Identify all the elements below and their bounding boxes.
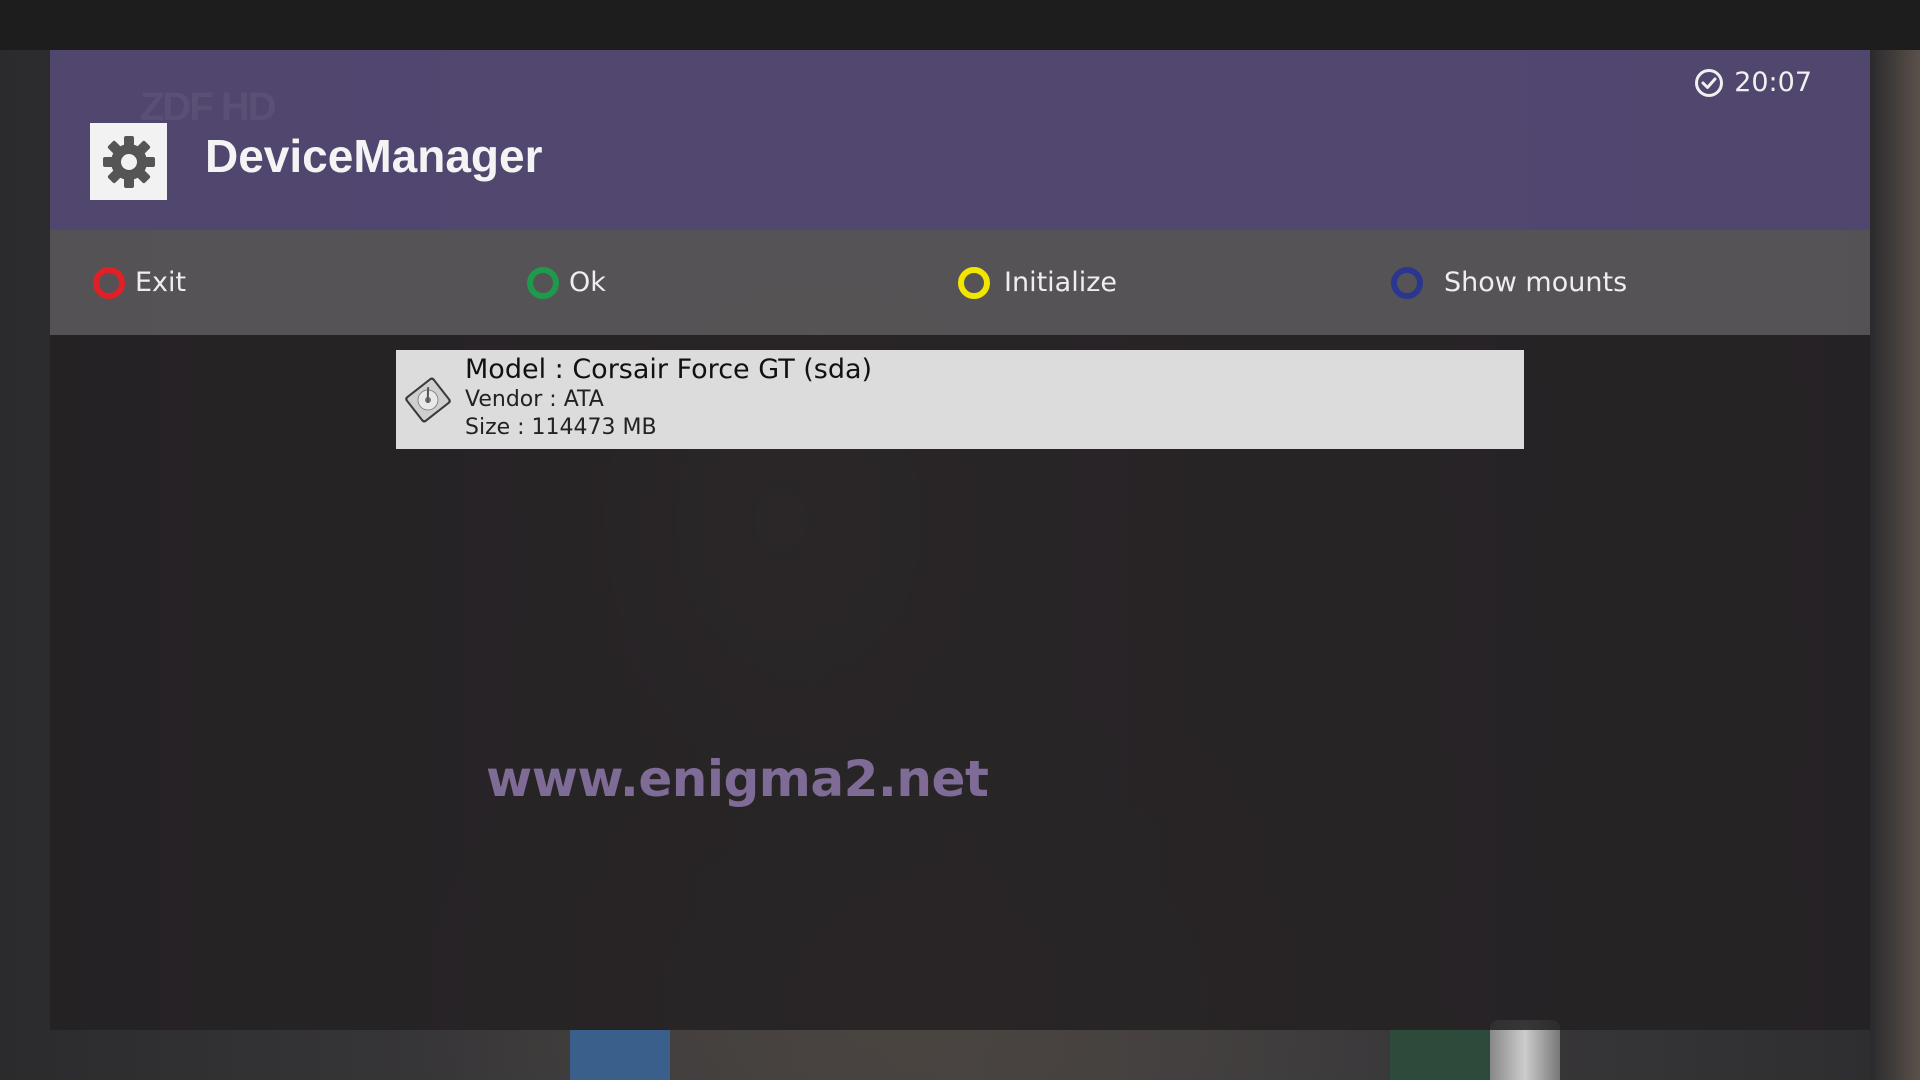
device-vendor: Vendor : ATA (465, 387, 604, 412)
show-mounts-button[interactable]: Show mounts (1391, 230, 1627, 335)
device-manager-window: ZDF HD DeviceManager 20:07 Exit Ok Initi… (50, 50, 1870, 1030)
color-button-bar: Exit Ok Initialize Show mounts (50, 230, 1870, 335)
device-list-item[interactable]: Model : Corsair Force GT (sda) Vendor : … (396, 350, 1524, 449)
red-circle-icon (93, 266, 125, 299)
background-right-edge (1870, 50, 1920, 1080)
watermark-text: www.enigma2.net (486, 750, 989, 808)
exit-button-label: Exit (135, 267, 187, 298)
device-list-panel: Model : Corsair Force GT (sda) Vendor : … (50, 335, 1870, 1030)
exit-button[interactable]: Exit (93, 230, 186, 335)
page-title: DeviceManager (205, 130, 543, 182)
initialize-button[interactable]: Initialize (958, 230, 1117, 335)
background-detail-blue (570, 1030, 670, 1080)
header-bar: ZDF HD DeviceManager 20:07 (50, 50, 1870, 230)
settings-gear-icon (90, 123, 167, 200)
device-model: Model : Corsair Force GT (sda) (465, 354, 873, 385)
initialize-button-label: Initialize (1004, 267, 1117, 298)
background-top-edge (0, 0, 1920, 50)
ok-button[interactable]: Ok (527, 230, 606, 335)
green-circle-icon (527, 266, 559, 299)
clock-time: 20:07 (1734, 67, 1812, 98)
device-size: Size : 114473 MB (465, 415, 657, 440)
ok-button-label: Ok (569, 267, 606, 298)
blue-circle-icon (1391, 266, 1423, 299)
show-mounts-button-label: Show mounts (1444, 267, 1628, 298)
clock: 20:07 (1694, 67, 1812, 98)
hard-disk-icon (405, 377, 451, 423)
clock-check-icon (1695, 68, 1724, 97)
yellow-circle-icon (958, 266, 990, 299)
